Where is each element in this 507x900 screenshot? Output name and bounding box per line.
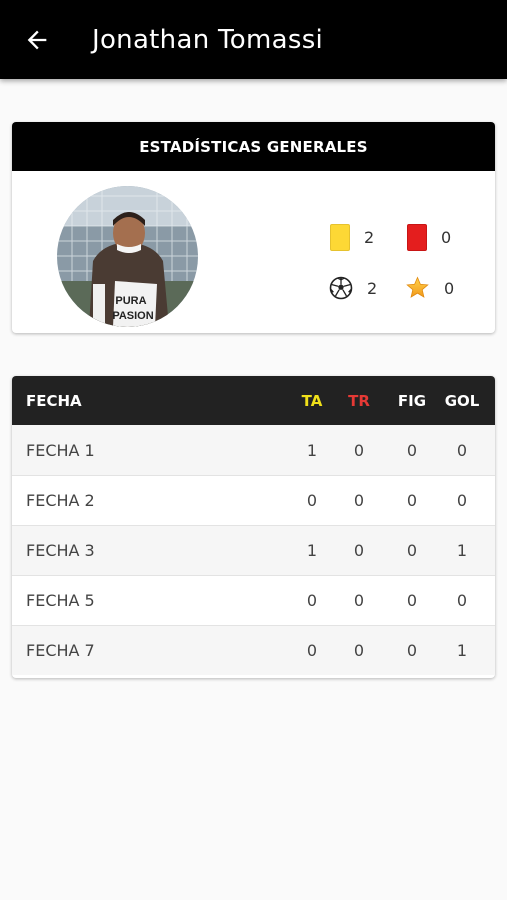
table-row[interactable]: FECHA 2 0 0 0 0 [12,475,495,525]
red-card-icon [407,224,427,251]
player-avatar: PURA PASION [57,186,198,327]
row-gol: 0 [456,591,468,610]
goals-value: 2 [367,278,378,298]
header-gol: GOL [444,391,480,410]
row-gol: 1 [456,641,468,660]
row-fecha: FECHA 1 [26,440,95,460]
row-ta: 1 [306,541,318,560]
general-stats-body: PURA PASION 2 0 2 0 [12,171,495,333]
row-ta: 1 [306,440,318,460]
row-tr: 0 [353,440,365,460]
goals-stat: 2 [329,276,377,300]
row-ta: 0 [306,641,318,660]
mvp-value: 0 [444,278,455,298]
general-stats-header: ESTADÍSTICAS GENERALES [12,122,495,171]
header-fig: FIG [397,391,427,410]
back-button[interactable] [20,23,54,57]
row-fig: 0 [406,641,418,660]
mvp-stat: 0 [405,276,454,300]
row-fecha: FECHA 7 [26,641,95,660]
table-row[interactable]: FECHA 7 0 0 0 1 [12,625,495,675]
svg-text:PASION: PASION [112,310,153,322]
header-ta: TA [301,391,323,410]
soccer-ball-icon [329,276,353,300]
row-fig: 0 [406,491,418,510]
row-fecha: FECHA 3 [26,541,95,560]
row-tr: 0 [353,541,365,560]
match-stats-table: FECHA TA TR FIG GOL FECHA 1 1 0 0 0 FECH… [12,376,495,678]
row-fecha: FECHA 2 [26,491,95,510]
yellow-cards-stat: 2 [330,224,374,251]
red-cards-value: 0 [441,228,452,247]
row-fecha: FECHA 5 [26,591,95,610]
table-row[interactable]: FECHA 5 0 0 0 0 [12,575,495,625]
row-gol: 0 [456,491,468,510]
star-icon [406,276,429,298]
row-gol: 1 [456,541,468,560]
general-stats-card: ESTADÍSTICAS GENERALES PURA PASION 2 0 2… [12,122,495,333]
arrow-left-icon [27,30,47,49]
header-tr: TR [348,391,370,410]
red-cards-stat: 0 [407,224,451,251]
row-tr: 0 [353,491,365,510]
row-fig: 0 [406,591,418,610]
table-row[interactable]: FECHA 1 1 0 0 0 [12,425,495,475]
table-body: FECHA 1 1 0 0 0 FECHA 2 0 0 0 0 FECHA 3 … [12,425,495,675]
yellow-cards-value: 2 [364,228,375,247]
page-title: Jonathan Tomassi [92,24,324,55]
row-fig: 0 [406,541,418,560]
row-ta: 0 [306,491,318,510]
table-header: FECHA TA TR FIG GOL [12,376,495,425]
row-gol: 0 [456,440,468,460]
svg-text:PURA: PURA [115,295,146,307]
header-fecha: FECHA [26,391,82,410]
row-tr: 0 [353,591,365,610]
yellow-card-icon [330,224,350,251]
row-tr: 0 [353,641,365,660]
row-fig: 0 [406,440,418,460]
table-row[interactable]: FECHA 3 1 0 0 1 [12,525,495,575]
app-bar: Jonathan Tomassi [0,0,507,79]
row-ta: 0 [306,591,318,610]
